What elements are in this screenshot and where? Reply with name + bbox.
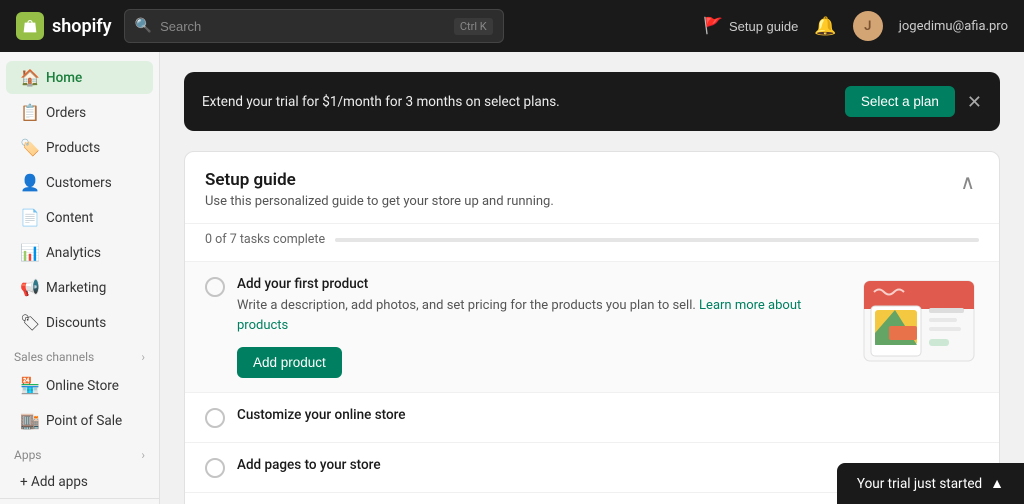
- sidebar-item-orders-label: Orders: [46, 105, 86, 121]
- sidebar-item-customers[interactable]: 👤 Customers: [6, 166, 153, 199]
- products-icon: 🏷️: [20, 138, 38, 157]
- user-name[interactable]: jogedimu@afia.pro: [899, 19, 1008, 34]
- sidebar-item-customers-label: Customers: [46, 175, 112, 191]
- bag-icon: [21, 17, 39, 35]
- product-illustration: [859, 276, 979, 370]
- sidebar-item-analytics-label: Analytics: [46, 245, 101, 261]
- search-bar[interactable]: 🔍 Ctrl K: [124, 9, 504, 43]
- point-of-sale-icon: 🏬: [20, 411, 38, 430]
- trial-started-bar[interactable]: Your trial just started ▲: [837, 463, 1024, 504]
- sidebar-item-discounts[interactable]: 🏷 Discounts: [6, 306, 153, 339]
- task-radio-customize-store: [205, 408, 225, 428]
- task-radio-add-pages: [205, 458, 225, 478]
- online-store-icon: 🏪: [20, 376, 38, 395]
- shopify-wordmark: shopify: [52, 16, 112, 37]
- header: shopify 🔍 Ctrl K 🚩 Setup guide 🔔 J joged…: [0, 0, 1024, 52]
- notifications-button[interactable]: 🔔: [814, 16, 836, 37]
- customers-icon: 👤: [20, 173, 38, 192]
- apps-label: Apps: [14, 448, 42, 462]
- shopify-logo-icon: [16, 12, 44, 40]
- search-icon: 🔍: [135, 18, 152, 34]
- avatar[interactable]: J: [853, 11, 883, 41]
- search-shortcut: Ctrl K: [454, 18, 493, 35]
- learn-more-products-link[interactable]: Learn more about products: [237, 298, 801, 333]
- sidebar-item-orders[interactable]: 📋 Orders: [6, 96, 153, 129]
- task-content-add-product: Add your first product Write a descripti…: [237, 276, 837, 378]
- add-apps-label: + Add apps: [20, 474, 88, 490]
- task-item-add-product[interactable]: Add your first product Write a descripti…: [185, 261, 999, 392]
- home-icon: 🏠: [20, 68, 38, 87]
- trial-banner-text: Extend your trial for $1/month for 3 mon…: [202, 94, 845, 110]
- sidebar-item-analytics[interactable]: 📊 Analytics: [6, 236, 153, 269]
- sidebar-item-home[interactable]: 🏠 Home: [6, 61, 153, 94]
- bell-icon: 🔔: [814, 16, 836, 37]
- sidebar-item-add-apps[interactable]: + Add apps: [6, 467, 153, 497]
- sidebar-item-marketing[interactable]: 📢 Marketing: [6, 271, 153, 304]
- content-area: Extend your trial for $1/month for 3 mon…: [160, 52, 1024, 504]
- marketing-icon: 📢: [20, 278, 38, 297]
- sidebar-item-point-of-sale[interactable]: 🏬 Point of Sale: [6, 404, 153, 437]
- sales-channels-section: Sales channels ›: [0, 340, 159, 368]
- analytics-icon: 📊: [20, 243, 38, 262]
- content-icon: 📄: [20, 208, 38, 227]
- sidebar-item-pos-label: Point of Sale: [46, 413, 122, 429]
- setup-card-header: Setup guide Use this personalized guide …: [185, 152, 999, 224]
- sidebar-item-content[interactable]: 📄 Content: [6, 201, 153, 234]
- add-product-button[interactable]: Add product: [237, 347, 342, 378]
- discounts-icon: 🏷: [20, 313, 38, 332]
- progress-text: 0 of 7 tasks complete: [205, 232, 325, 247]
- header-logo: shopify: [16, 12, 112, 40]
- apps-chevron[interactable]: ›: [141, 448, 145, 462]
- sidebar-item-home-label: Home: [46, 70, 82, 86]
- trial-banner: Extend your trial for $1/month for 3 mon…: [184, 72, 1000, 131]
- setup-guide-subtitle: Use this personalized guide to get your …: [205, 194, 554, 209]
- trial-banner-actions: Select a plan ✕: [845, 86, 982, 117]
- sidebar-item-products-label: Products: [46, 140, 100, 156]
- task-radio-add-product: [205, 277, 225, 297]
- select-plan-button[interactable]: Select a plan: [845, 86, 955, 117]
- setup-card-header-text: Setup guide Use this personalized guide …: [205, 170, 554, 209]
- setup-guide-collapse-button[interactable]: ∧: [956, 170, 979, 195]
- main-layout: 🏠 Home 📋 Orders 🏷️ Products 👤 Customers …: [0, 52, 1024, 504]
- trial-started-label: Your trial just started: [857, 476, 982, 492]
- orders-icon: 📋: [20, 103, 38, 122]
- sidebar-item-discounts-label: Discounts: [46, 315, 106, 331]
- sales-channels-chevron[interactable]: ›: [141, 350, 145, 364]
- task-item-customize-store[interactable]: Customize your online store: [185, 392, 999, 442]
- chevron-up-icon: ▲: [990, 475, 1004, 492]
- product-illustration-svg: [859, 276, 979, 366]
- sidebar: 🏠 Home 📋 Orders 🏷️ Products 👤 Customers …: [0, 52, 160, 504]
- setup-guide-button[interactable]: 🚩 Setup guide: [703, 16, 798, 36]
- sidebar-item-content-label: Content: [46, 210, 93, 226]
- trial-banner-close-button[interactable]: ✕: [967, 93, 982, 111]
- avatar-initials: J: [864, 19, 871, 34]
- sidebar-item-online-store-label: Online Store: [46, 378, 119, 394]
- task-content-customize-store: Customize your online store: [237, 407, 979, 427]
- sidebar-item-online-store[interactable]: 🏪 Online Store: [6, 369, 153, 402]
- setup-guide-label: Setup guide: [729, 19, 798, 34]
- progress-bar-track: [335, 238, 979, 242]
- sidebar-item-marketing-label: Marketing: [46, 280, 106, 296]
- sales-channels-label: Sales channels: [14, 350, 94, 364]
- header-right: 🚩 Setup guide 🔔 J jogedimu@afia.pro: [703, 11, 1008, 41]
- task-desc-add-product: Write a description, add photos, and set…: [237, 296, 837, 335]
- sidebar-bottom: ⚙️ Settings: [0, 498, 159, 504]
- task-title-add-product: Add your first product: [237, 276, 837, 292]
- setup-guide-card: Setup guide Use this personalized guide …: [184, 151, 1000, 504]
- sidebar-item-products[interactable]: 🏷️ Products: [6, 131, 153, 164]
- progress-row: 0 of 7 tasks complete: [185, 224, 999, 261]
- task-title-customize-store: Customize your online store: [237, 407, 979, 423]
- flag-icon: 🚩: [703, 16, 723, 36]
- apps-section: Apps ›: [0, 438, 159, 466]
- setup-guide-title: Setup guide: [205, 170, 554, 190]
- search-input[interactable]: [160, 19, 446, 34]
